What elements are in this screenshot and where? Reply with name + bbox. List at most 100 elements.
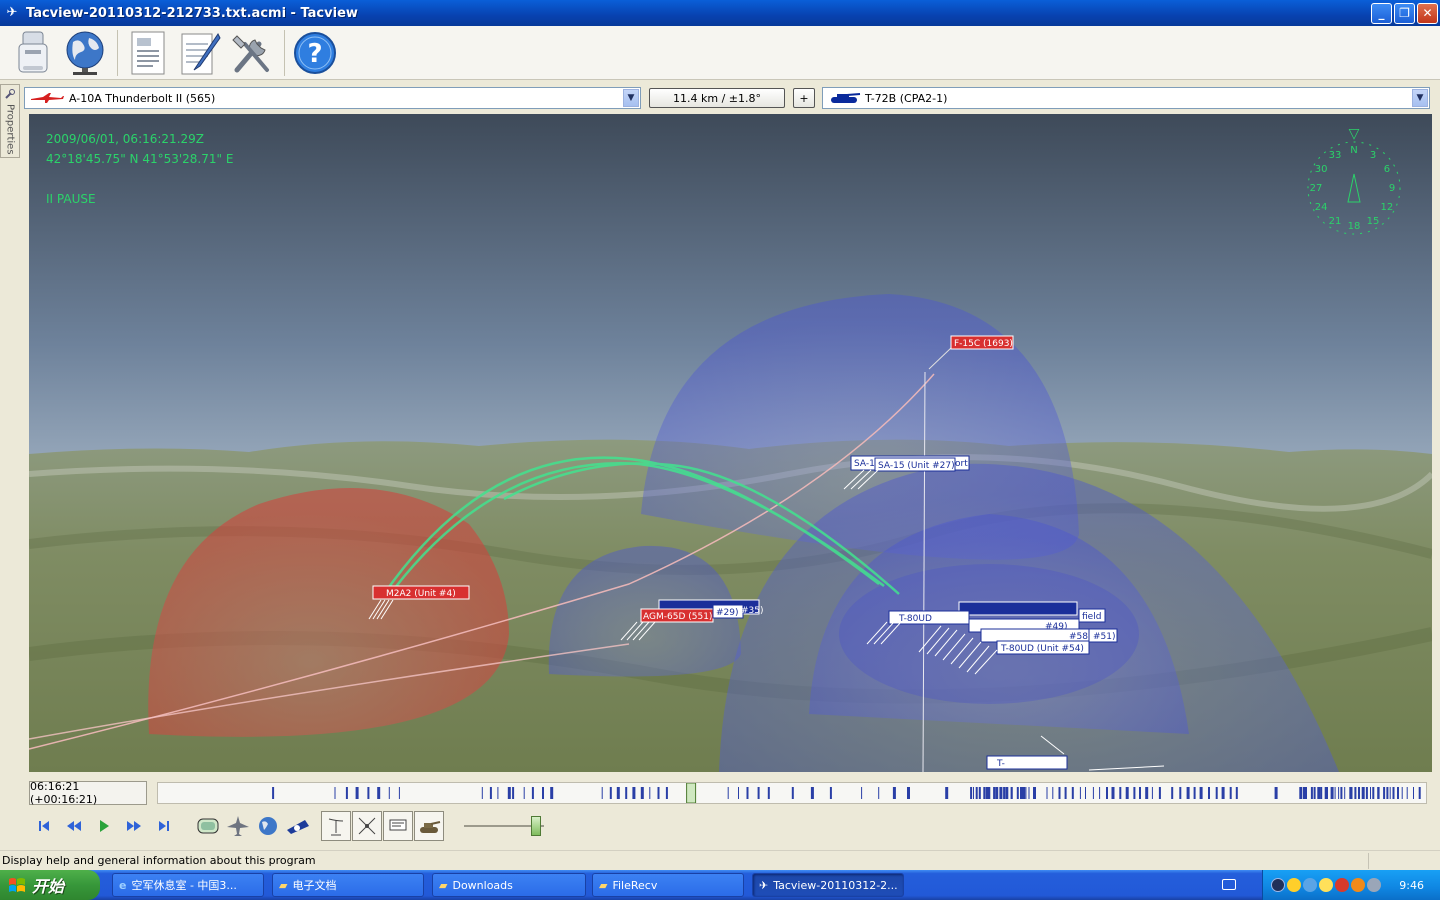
bottom-unit-tag[interactable]: T- — [996, 759, 1005, 769]
sa15-tail-label[interactable]: ort — [955, 459, 968, 469]
timeline-event-tick — [1215, 787, 1218, 799]
usb-icon[interactable] — [8, 28, 58, 78]
start-button[interactable]: 开始 — [0, 870, 100, 900]
timeline-event-tick — [1350, 787, 1353, 799]
timeline-event-tick — [1354, 787, 1357, 799]
rewind-icon[interactable] — [59, 811, 89, 841]
globe-view-icon[interactable] — [253, 811, 283, 841]
taskbar-item-filerecv[interactable]: ▰ FileRecv — [592, 873, 744, 897]
sa15-left-label[interactable]: SA-1 — [854, 459, 875, 469]
help-icon[interactable]: ? — [290, 28, 340, 78]
compass-mark: 3 — [1370, 150, 1376, 161]
timeline-event-tick — [1221, 787, 1225, 799]
timeline-event-tick — [999, 787, 1003, 799]
taskbar-item-ie[interactable]: e 空军休息室 - 中国3... — [112, 873, 264, 897]
crosshair-icon[interactable] — [352, 811, 382, 841]
m2a2-label[interactable]: M2A2 (Unit #4) — [386, 589, 456, 599]
document-icon[interactable] — [123, 28, 173, 78]
tank-icon[interactable] — [414, 811, 444, 841]
3d-viewport[interactable]: ▽ 3 6 9 12 15 18 21 24 27 30 33 N F-15C (1693) M2A2… — [29, 114, 1432, 772]
restore-button[interactable]: ❐ — [1394, 3, 1415, 24]
timeline-event-tick — [1361, 787, 1365, 799]
timeline-event-tick — [993, 787, 996, 799]
title-bar: ✈ Tacview-20110312-212733.txt.acmi - Tac… — [0, 0, 1440, 26]
playback-speed-slider[interactable] — [464, 816, 544, 836]
sa15-label[interactable]: SA-15 (Unit #27) — [878, 461, 955, 471]
event-timeline[interactable] — [157, 782, 1427, 804]
unit51-label[interactable]: #51) — [1093, 632, 1116, 642]
folder-icon: ▰ — [279, 878, 288, 892]
skip-end-icon[interactable] — [149, 811, 179, 841]
scene-canvas[interactable]: ▽ 36 9 1215 18 2124 27 3033 N F-15C (1693) M2A2… — [29, 114, 1432, 772]
timeline-event-tick — [345, 787, 348, 799]
network-icon[interactable] — [1303, 878, 1318, 892]
timeline-event-tick — [398, 787, 400, 799]
current-time-readout: 06:16:21 (+00:16:21) — [29, 780, 147, 806]
secondary-object-label: T-72B (CPA2-1) — [865, 91, 948, 105]
minimize-button[interactable]: _ — [1371, 3, 1392, 24]
timeline-event-tick — [988, 787, 991, 799]
agm-companion-label[interactable]: #29) — [716, 608, 739, 618]
timeline-event-tick — [1193, 787, 1196, 799]
timeline-playhead[interactable] — [686, 782, 697, 804]
notepad-icon[interactable] — [175, 28, 225, 78]
audio-icon[interactable] — [1367, 878, 1382, 892]
cockpit-view-icon[interactable] — [193, 811, 223, 841]
folder-icon: ▰ — [599, 878, 608, 892]
timeline-event-tick — [1274, 787, 1278, 799]
play-icon[interactable] — [89, 811, 119, 841]
compass-mark: 9 — [1389, 183, 1395, 194]
primary-object-dropdown[interactable]: A-10A Thunderbolt II (565) ▼ — [24, 87, 641, 109]
timeline-event-tick — [272, 787, 275, 799]
f15c-label[interactable]: F-15C (1693) — [954, 339, 1013, 349]
taskbar-item-tacview[interactable]: ✈ Tacview-20110312-2... — [752, 873, 904, 897]
properties-side-tab[interactable]: Properties — [0, 84, 20, 158]
timeline-event-tick — [601, 787, 603, 799]
status-bar-grip — [1368, 853, 1428, 869]
timeline-event-tick — [640, 787, 644, 799]
primary-object-label: A-10A Thunderbolt II (565) — [69, 91, 216, 105]
fast-forward-icon[interactable] — [119, 811, 149, 841]
keyboard-icon[interactable] — [1222, 879, 1236, 890]
timeline-event-tick — [973, 787, 974, 799]
secondary-object-dropdown[interactable]: T-72B (CPA2-1) ▼ — [822, 87, 1430, 109]
telescope-view-icon[interactable] — [283, 811, 313, 841]
field-tail-label[interactable]: field — [1082, 612, 1101, 622]
globe-icon[interactable] — [60, 28, 110, 78]
skip-start-icon[interactable] — [29, 811, 59, 841]
tools-icon[interactable] — [227, 28, 277, 78]
taskbar-item-downloads[interactable]: ▰ Downloads — [432, 873, 586, 897]
tacview-app-icon[interactable]: ✈ — [4, 5, 20, 21]
agm-companion-label-2[interactable]: #35) — [741, 606, 764, 616]
compass-mark: 15 — [1367, 216, 1380, 227]
tag-icon[interactable] — [383, 811, 413, 841]
aircraft-view-icon[interactable] — [223, 811, 253, 841]
main-toolbar: ? — [0, 26, 1440, 80]
compass-mark: N — [1350, 145, 1357, 156]
chevron-down-icon[interactable]: ▼ — [623, 89, 639, 107]
t80ud-label-b[interactable]: T-80UD (Unit #54) — [1000, 644, 1084, 654]
tray-app-icon[interactable] — [1271, 878, 1286, 892]
timeline-event-tick — [1208, 787, 1210, 799]
chevron-down-icon[interactable]: ▼ — [1412, 89, 1428, 107]
close-button[interactable]: ✕ — [1417, 3, 1438, 24]
timeline-events[interactable] — [158, 782, 1426, 804]
t80ud-label-a[interactable]: T-80UD — [898, 614, 932, 624]
agm65d-label[interactable]: AGM-65D (551) — [643, 612, 712, 622]
timeline-event-tick — [1046, 787, 1048, 799]
range-readout[interactable]: 11.4 km / ±1.8° — [649, 88, 785, 108]
warning-icon[interactable] — [1319, 878, 1334, 892]
taskbar-item-documents[interactable]: ▰ 电子文档 — [272, 873, 424, 897]
timeline-event-tick — [1171, 787, 1174, 799]
qq-icon[interactable] — [1287, 878, 1302, 892]
timeline-event-tick — [1299, 787, 1303, 799]
antivirus-icon[interactable] — [1335, 878, 1350, 892]
speed-slider-thumb[interactable] — [531, 816, 541, 836]
task-label: 空军休息室 - 中国3... — [131, 879, 237, 892]
timeline-event-tick — [1071, 787, 1074, 799]
clock[interactable]: 9:46 — [1399, 879, 1424, 892]
timeline-event-tick — [1392, 787, 1395, 799]
update-icon[interactable] — [1351, 878, 1366, 892]
add-object-button[interactable]: + — [793, 88, 815, 108]
radar-icon[interactable] — [321, 811, 351, 841]
